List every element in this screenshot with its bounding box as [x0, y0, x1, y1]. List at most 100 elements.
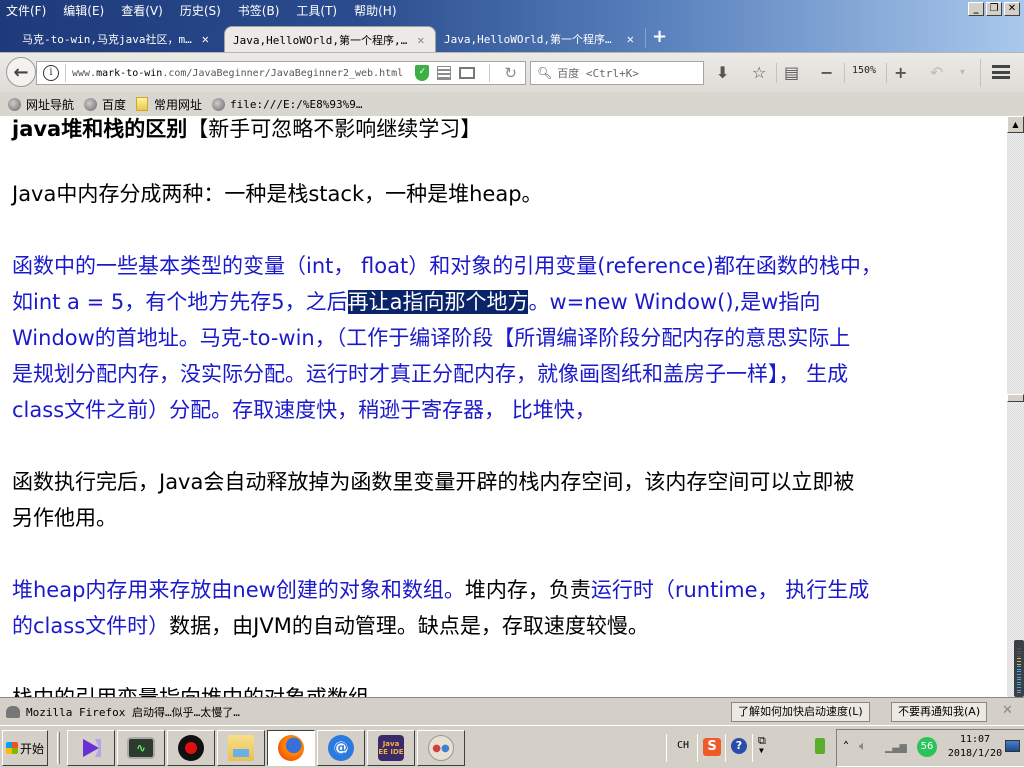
- zoom-level[interactable]: 150%: [852, 65, 876, 76]
- paragraph-5: 栈中的引用变量指向堆中的对象或数组。: [12, 680, 992, 697]
- download-icon[interactable]: ⬇: [716, 63, 729, 82]
- back-button[interactable]: ←: [6, 57, 36, 87]
- ime-dropdown-icon[interactable]: ▼: [759, 746, 764, 755]
- volume-icon[interactable]: 🔈︎: [859, 739, 867, 754]
- bookmark-item[interactable]: 网址导航: [8, 96, 74, 113]
- menu-help[interactable]: 帮助(H): [354, 2, 396, 19]
- paragraph-2-line: 是规划分配内存，没实际分配。运行时才真正分配内存，就像画图纸和盖房子一样】， 生…: [12, 362, 849, 386]
- level-segment: [1017, 689, 1021, 691]
- close-tab-icon[interactable]: ✕: [417, 33, 424, 47]
- language-indicator[interactable]: CH: [677, 740, 689, 751]
- url-prefix: www.: [72, 67, 97, 79]
- close-notification-icon[interactable]: ✕: [1002, 703, 1013, 718]
- taskbar-app-firefox[interactable]: [267, 730, 315, 766]
- taskbar-app-system-monitor[interactable]: ∿: [117, 730, 165, 766]
- globe-icon: [212, 97, 226, 111]
- paragraph-2-line: 如int a = 5，有个地方先存5，之后再让a指向那个地方。w=new Win…: [12, 284, 992, 320]
- bookmark-item[interactable]: 百度: [84, 96, 126, 113]
- show-desktop-icon[interactable]: [1005, 740, 1020, 752]
- tray-separator: [666, 734, 667, 762]
- firefox-slow-icon: [6, 705, 20, 718]
- taskbar-app-paint[interactable]: ● ●: [417, 730, 465, 766]
- zoom-out-icon[interactable]: −: [820, 63, 833, 82]
- qr-code-icon[interactable]: [437, 66, 452, 80]
- scroll-thumb[interactable]: [1007, 394, 1024, 403]
- menu-tools[interactable]: 工具(T): [296, 2, 337, 19]
- navigation-toolbar: ← i www.mark-to-win.com/JavaBeginner/Jav…: [0, 52, 1024, 92]
- level-segment: [1017, 671, 1021, 673]
- help-icon[interactable]: ?: [731, 738, 747, 754]
- clock-time: 11:07: [959, 734, 991, 745]
- file-explorer-icon: [228, 735, 254, 761]
- scroll-up-button[interactable]: ▲: [1007, 116, 1024, 133]
- start-label: 开始: [19, 741, 44, 756]
- security-badge-icon[interactable]: 56: [917, 737, 937, 757]
- sogou-ime-icon[interactable]: S: [703, 738, 721, 756]
- tab-1[interactable]: 马克-to-win,马克java社区，m… ✕: [14, 26, 224, 52]
- tray-separator: [752, 734, 753, 762]
- level-segment: [1017, 666, 1021, 668]
- network-signal-icon[interactable]: ▁▃▅: [885, 739, 907, 753]
- notification-text: Mozilla Firefox 启动得…似乎…太慢了…: [26, 705, 240, 719]
- usb-drive-icon[interactable]: [815, 738, 825, 754]
- level-segment: [1017, 663, 1021, 665]
- site-info-icon[interactable]: i: [43, 65, 59, 81]
- tray-separator: [697, 734, 698, 762]
- bookmark-folder[interactable]: 常用网址: [136, 96, 202, 113]
- start-button[interactable]: 开始: [2, 730, 48, 766]
- menu-edit[interactable]: 编辑(E): [63, 2, 104, 19]
- zoom-in-icon[interactable]: +: [894, 63, 907, 82]
- minimize-button[interactable]: _: [968, 2, 984, 16]
- text-span: 运行时（runtime， 执行生成: [590, 578, 870, 602]
- close-tab-icon[interactable]: ✕: [627, 32, 634, 46]
- tab-2-active[interactable]: Java,HelloWOrld,第一个程序,… ✕: [224, 26, 436, 52]
- article: java堆和栈的区别【新手可忽略不影响继续学习】 Java中内存分成两种：一种是…: [12, 116, 992, 697]
- system-clock[interactable]: 11:07 2018/1/20: [944, 733, 1006, 761]
- menu-history[interactable]: 历史(S): [180, 2, 221, 19]
- taskbar-app-file-explorer[interactable]: [217, 730, 265, 766]
- dont-notify-button[interactable]: 不要再通知我(A): [891, 702, 988, 722]
- taskbar-app-screen-recorder[interactable]: [167, 730, 215, 766]
- email-client-icon: @: [328, 735, 354, 761]
- globe-icon: [84, 97, 98, 111]
- menu-icon[interactable]: [992, 65, 1010, 79]
- shield-icon[interactable]: ✓: [415, 65, 430, 81]
- menu-bookmarks[interactable]: 书签(B): [238, 2, 280, 19]
- reader-view-icon[interactable]: [459, 67, 476, 79]
- new-tab-button[interactable]: +: [652, 26, 667, 47]
- windows-logo-icon: [5, 742, 18, 754]
- tab-3[interactable]: Java,HelloWOrld,第一个程序,… ✕: [436, 26, 642, 52]
- paragraph-3-line: 另作他用。: [12, 506, 117, 530]
- window-controls: _ ❐ ✕: [968, 2, 1020, 16]
- text-span: 数据，由JVM的自动管理。缺点是，存取速度较慢。: [169, 614, 649, 638]
- vertical-scrollbar[interactable]: ▲: [1007, 116, 1024, 697]
- url-text[interactable]: www.mark-to-win.com/JavaBeginner/JavaBeg…: [72, 68, 415, 79]
- close-tab-icon[interactable]: ✕: [202, 32, 209, 46]
- level-segment: [1017, 684, 1021, 686]
- clipboard-icon[interactable]: ▤: [784, 63, 799, 82]
- level-segment: [1017, 650, 1021, 652]
- dropdown-arrow-icon[interactable]: ▾: [960, 67, 965, 78]
- taskbar-app-visual-studio[interactable]: [67, 730, 115, 766]
- show-hidden-icons[interactable]: ⌃: [843, 740, 849, 751]
- menu-file[interactable]: 文件(F): [6, 2, 46, 19]
- close-window-button[interactable]: ✕: [1004, 2, 1020, 16]
- bookmark-star-icon[interactable]: ☆: [752, 63, 766, 82]
- menu-view[interactable]: 查看(V): [121, 2, 163, 19]
- restore-button[interactable]: ❐: [986, 2, 1002, 16]
- text-span: 堆heap内存用来存放由new创建的对象和数组。: [12, 578, 465, 602]
- taskbar-app-email[interactable]: @: [317, 730, 365, 766]
- reload-icon[interactable]: ↻: [504, 64, 517, 82]
- tab-strip: 马克-to-win,马克java社区，m… ✕ Java,HelloWOrld,…: [0, 24, 1024, 52]
- toolbar-separator: [886, 63, 887, 83]
- bookmark-item[interactable]: file:///E:/%E8%93%9…: [212, 97, 363, 111]
- search-bar[interactable]: 🔍︎ 百度 <Ctrl+K>: [530, 61, 704, 85]
- level-segment: [1017, 676, 1021, 678]
- url-bar[interactable]: i www.mark-to-win.com/JavaBeginner/JavaB…: [36, 61, 526, 85]
- taskbar-app-java-ee-ide[interactable]: Java EE IDE: [367, 730, 415, 766]
- learn-speedup-button[interactable]: 了解如何加快启动速度(L): [731, 702, 870, 722]
- selected-text: 再让a指向那个地方: [347, 290, 529, 314]
- taskbar-grip[interactable]: [57, 732, 60, 764]
- level-segment: [1017, 674, 1021, 675]
- undo-icon[interactable]: ↶: [930, 63, 943, 82]
